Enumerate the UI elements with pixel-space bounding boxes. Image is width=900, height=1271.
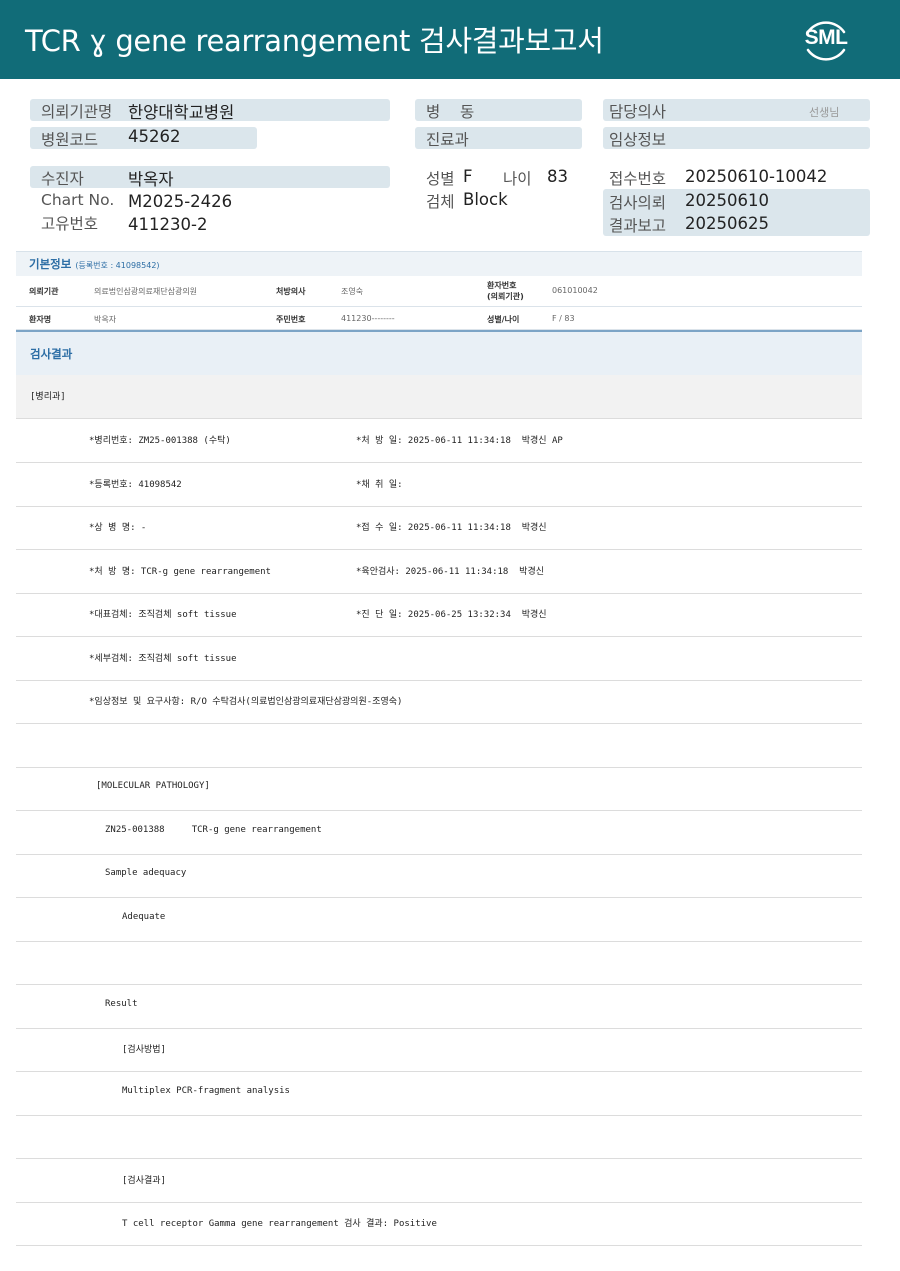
chart-no-value: M2025-2426 xyxy=(128,192,233,211)
basic-info-row: 환자명 박옥자 주민번호 411230-------- 성별/나이 F / 83 xyxy=(16,307,862,330)
basic-value: F / 83 xyxy=(552,314,575,323)
doctor-label: 담당의사 xyxy=(609,103,667,121)
result-body-text: Adequate xyxy=(122,912,166,922)
basic-key: 의뢰기관 xyxy=(29,287,59,296)
hospital-code-value: 45262 xyxy=(128,127,181,146)
receipt-no-value: 20250610-10042 xyxy=(685,167,828,186)
institution-label: 의뢰기관명 xyxy=(41,103,113,121)
result-field-right: *육안검사: 2025-06-11 11:34:18 박경신 xyxy=(356,567,545,577)
report-date-label: 결과보고 xyxy=(609,217,667,235)
basic-value: 411230-------- xyxy=(341,314,395,323)
unique-no-label: 고유번호 xyxy=(41,215,99,233)
result-line-row: *처 방 명: TCR-g gene rearrangement *육안검사: 2… xyxy=(16,550,862,594)
result-field-right: *진 단 일: 2025-06-25 13:32:34 박경신 xyxy=(356,610,547,620)
basic-key: 환자명 xyxy=(29,315,52,324)
result-body-row: Multiplex PCR-fragment analysis xyxy=(16,1072,862,1116)
result-line-row: *등록번호: 41098542 *채 취 일: xyxy=(16,463,862,507)
result-body-text: Multiplex PCR-fragment analysis xyxy=(122,1086,290,1096)
result-header: 검사결과 xyxy=(16,330,862,376)
pathology-title: [병리과] xyxy=(30,392,66,402)
sex-label: 성별 xyxy=(426,170,455,188)
basic-key: 환자번호 xyxy=(487,281,517,290)
result-body-row: Sample adequacy xyxy=(16,854,862,898)
result-body-row xyxy=(16,1115,862,1159)
basic-info-title-text: 기본정보 xyxy=(29,257,72,271)
result-field-left: *병리번호: ZM25-001388 (수탁) xyxy=(89,436,231,446)
result-body-row: [검사방법] xyxy=(16,1028,862,1072)
result-body-row xyxy=(16,941,862,985)
age-label: 나이 xyxy=(503,170,532,188)
result-body-row: ZN25-001388 TCR-g gene rearrangement xyxy=(16,811,862,855)
clinical-info-label: 임상정보 xyxy=(609,131,667,149)
result-field-right: *처 방 일: 2025-06-11 11:34:18 박경신 AP xyxy=(356,436,563,446)
result-body-text: T cell receptor Gamma gene rearrangement… xyxy=(122,1219,437,1229)
registration-number: (등록번호 : 41098542) xyxy=(75,261,160,270)
basic-key: (의뢰기관) xyxy=(487,292,524,301)
specimen-label: 검체 xyxy=(426,193,455,211)
basic-key: 처방의사 xyxy=(276,287,306,296)
result-field-left: *임상정보 및 요구사항: R/O 수탁검사(의료법인삼광의료재단삼광의원-조영… xyxy=(89,697,403,707)
result-field-left: *등록번호: 41098542 xyxy=(89,480,182,490)
ward-label: 병 동 xyxy=(426,103,475,121)
basic-key: 성별/나이 xyxy=(487,315,520,324)
patient-field xyxy=(30,166,390,188)
result-body-row: [MOLECULAR PATHOLOGY] xyxy=(16,767,862,811)
request-date-label: 검사의뢰 xyxy=(609,194,667,212)
result-line-row: *세부검체: 조직검체 soft tissue xyxy=(16,637,862,681)
basic-value: 조영숙 xyxy=(341,287,364,296)
receipt-no-label: 접수번호 xyxy=(609,170,667,188)
result-body-row: Result xyxy=(16,985,862,1029)
result-body-text: Result xyxy=(105,999,138,1009)
hospital-code-label: 병원코드 xyxy=(41,131,99,149)
result-field-right: *접 수 일: 2025-06-11 11:34:18 박경신 xyxy=(356,523,547,533)
department-label: 진료과 xyxy=(426,131,469,149)
sml-logo: SML xyxy=(798,12,854,68)
institution-value: 한양대학교병원 xyxy=(128,103,235,122)
patient-label: 수진자 xyxy=(41,170,84,188)
logo-text: SML xyxy=(804,26,848,49)
basic-key: 주민번호 xyxy=(276,315,306,324)
doctor-suffix: 선생님 xyxy=(809,106,840,119)
report-date-value: 20250625 xyxy=(685,214,769,233)
request-date-value: 20250610 xyxy=(685,191,769,210)
patient-value: 박옥자 xyxy=(128,170,174,189)
result-line-row: *대표검체: 조직검체 soft tissue *진 단 일: 2025-06-2… xyxy=(16,593,862,637)
sex-value: F xyxy=(463,167,473,186)
specimen-value: Block xyxy=(463,190,508,209)
basic-info-header: 기본정보 (등록번호 : 41098542) xyxy=(16,251,862,276)
result-field-left: *대표검체: 조직검체 soft tissue xyxy=(89,610,237,620)
result-body-row: Adequate xyxy=(16,898,862,942)
result-body-text: Sample adequacy xyxy=(105,868,187,878)
report-header: TCR ɣ gene rearrangement 검사결과보고서 SML xyxy=(0,0,900,79)
basic-value: 박옥자 xyxy=(94,315,117,324)
result-title: 검사결과 xyxy=(30,347,73,361)
result-line-row: *병리번호: ZM25-001388 (수탁) *처 방 일: 2025-06-1… xyxy=(16,419,862,463)
result-line-row: *상 병 명: - *접 수 일: 2025-06-11 11:34:18 박경신 xyxy=(16,506,862,550)
result-body-row xyxy=(16,724,862,768)
basic-value: 061010042 xyxy=(552,286,598,295)
result-line-row: *임상정보 및 요구사항: R/O 수탁검사(의료법인삼광의료재단삼광의원-조영… xyxy=(16,680,862,724)
report-title: TCR ɣ gene rearrangement 검사결과보고서 xyxy=(25,24,604,58)
pathology-header: [병리과] xyxy=(16,375,862,419)
basic-info-row: 의뢰기관 의료법인삼광의료재단삼광의원 처방의사 조영숙 환자번호 (의뢰기관)… xyxy=(16,276,862,307)
result-body-text: [MOLECULAR PATHOLOGY] xyxy=(96,781,210,791)
basic-info-title: 기본정보 (등록번호 : 41098542) xyxy=(29,256,160,272)
result-field-left: *세부검체: 조직검체 soft tissue xyxy=(89,654,237,664)
result-body-row: T cell receptor Gamma gene rearrangement… xyxy=(16,1202,862,1246)
unique-no-value: 411230-2 xyxy=(128,215,208,234)
age-value: 83 xyxy=(547,167,568,186)
result-body-text: [검사결과] xyxy=(122,1176,166,1186)
result-body-text: [검사방법] xyxy=(122,1045,166,1055)
result-field-left: *처 방 명: TCR-g gene rearrangement xyxy=(89,567,271,577)
result-field-left: *상 병 명: - xyxy=(89,523,147,533)
basic-value: 의료법인삼광의료재단삼광의원 xyxy=(94,287,198,296)
result-field-right: *채 취 일: xyxy=(356,480,403,490)
result-body-row: [검사결과] xyxy=(16,1159,862,1203)
result-body-text: ZN25-001388 TCR-g gene rearrangement xyxy=(105,825,322,835)
chart-no-label: Chart No. xyxy=(41,191,115,209)
